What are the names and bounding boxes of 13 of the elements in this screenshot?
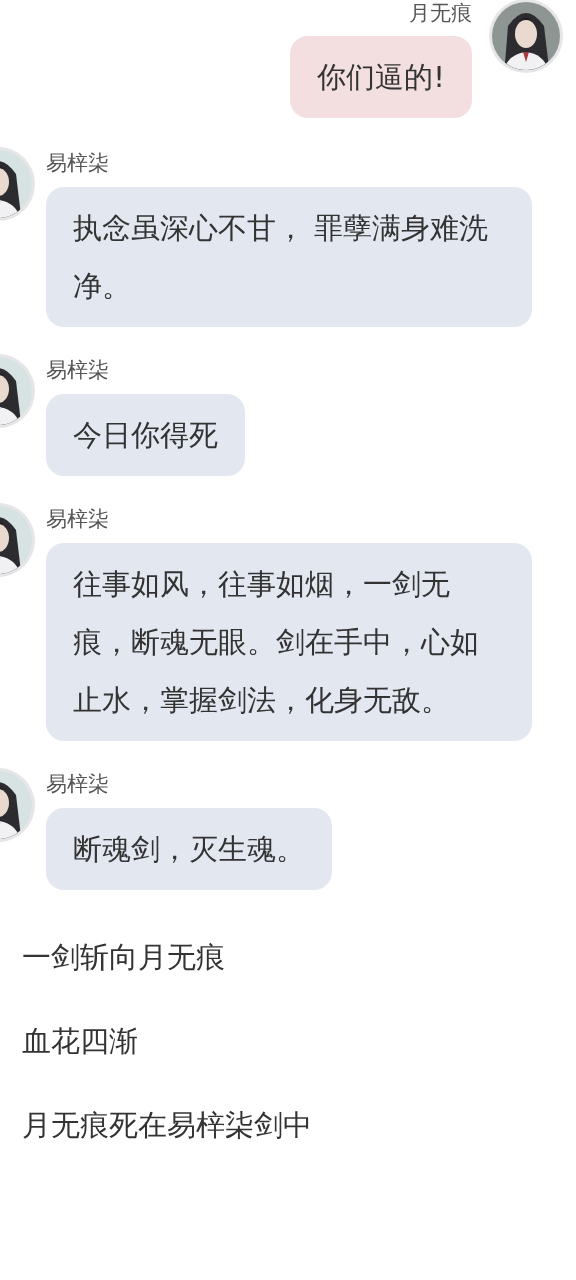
narration-text: 一剑斩向月无痕 <box>22 939 226 976</box>
sender-name: 易梓柒 <box>46 357 109 383</box>
sender-name: 月无痕 <box>409 0 472 26</box>
sender-name: 易梓柒 <box>46 150 109 176</box>
message-bubble: 你们逼的! <box>290 36 472 118</box>
message-bubble: 执念虽深心不甘， 罪孽满身难洗净。 <box>46 187 532 327</box>
sender-name: 易梓柒 <box>46 771 109 797</box>
narration-text: 血花四渐 <box>22 1023 139 1060</box>
sender-name: 易梓柒 <box>46 506 109 532</box>
narration-text: 月无痕死在易梓柒剑中 <box>22 1107 313 1144</box>
message-bubble: 断魂剑，灭生魂。 <box>46 808 332 890</box>
message-bubble: 往事如风，往事如烟，一剑无痕，断魂无眼。剑在手中，心如止水，掌握剑法，化身无敌。 <box>46 543 532 741</box>
message-bubble: 今日你得死 <box>46 394 245 476</box>
